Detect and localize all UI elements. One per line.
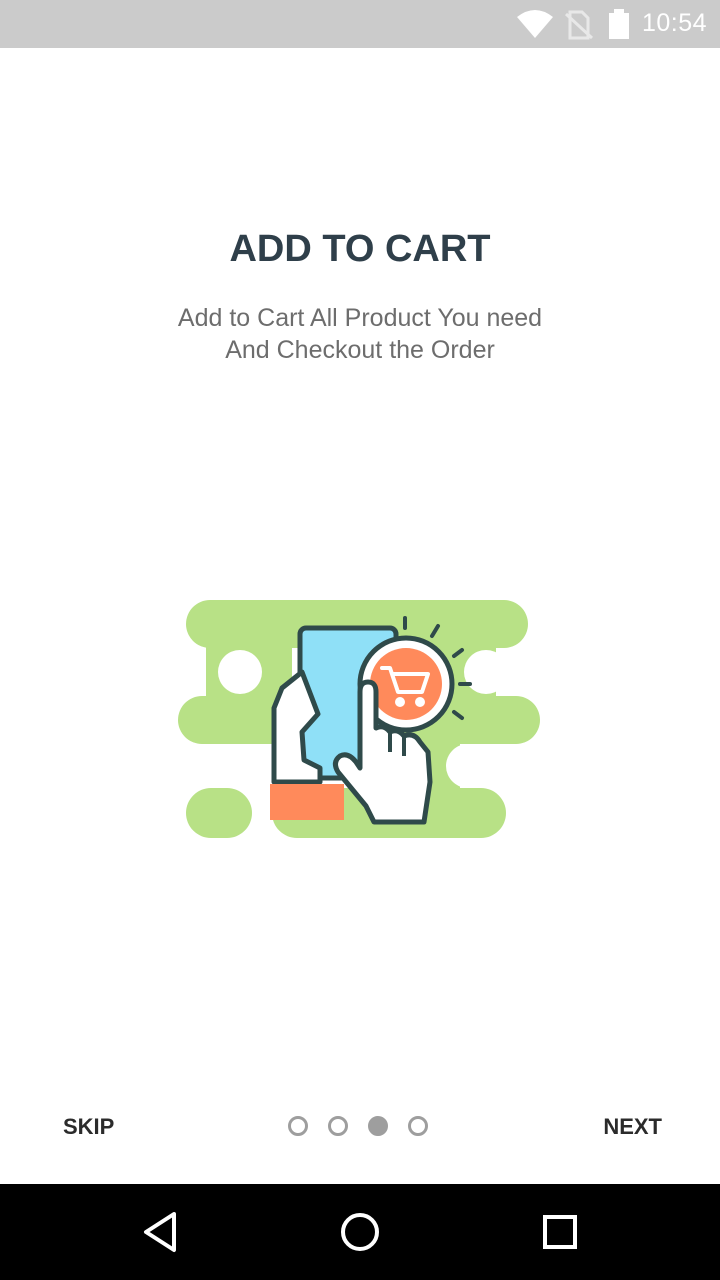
- no-sim-icon: [564, 10, 594, 40]
- recents-icon[interactable]: [540, 1208, 580, 1256]
- subtitle-line-1: Add to Cart All Product You need: [177, 304, 543, 332]
- page-dot-4[interactable]: [408, 1116, 428, 1136]
- battery-icon: [609, 9, 629, 39]
- status-bar: 10:54: [0, 0, 720, 48]
- page-dot-2[interactable]: [328, 1116, 348, 1136]
- wifi-icon: [517, 10, 553, 38]
- onboarding-title: ADD TO CART: [229, 228, 491, 270]
- page-dot-3-active[interactable]: [368, 1116, 388, 1136]
- subtitle-line-2: And Checkout the Order: [225, 336, 495, 364]
- home-icon[interactable]: [338, 1208, 382, 1256]
- onboarding-subtitle: Add to Cart All Product You need And Che…: [0, 302, 720, 366]
- next-button[interactable]: NEXT: [603, 1114, 662, 1140]
- skip-button[interactable]: SKIP: [63, 1114, 114, 1140]
- add-to-cart-illustration: [178, 600, 540, 838]
- navigation-bar: [0, 1184, 720, 1280]
- back-icon[interactable]: [140, 1208, 180, 1256]
- page-dot-1[interactable]: [288, 1116, 308, 1136]
- clock: 10:54: [642, 9, 708, 37]
- onboarding-footer: SKIP NEXT: [0, 1096, 720, 1160]
